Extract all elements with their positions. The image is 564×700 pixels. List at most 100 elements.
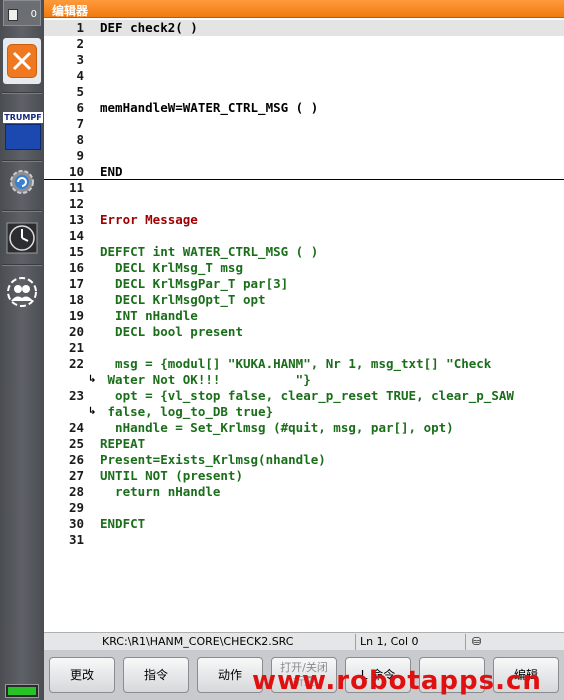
line-text: return nHandle [100,484,221,499]
code-line[interactable]: 4 [44,68,564,84]
line-text: msg = {modul[] "KUKA.HANM", Nr 1, msg_tx… [100,356,492,371]
code-line[interactable]: 15 DEFFCT int WATER_CTRL_MSG ( ) [44,244,564,260]
line-number: 26 [68,452,84,467]
line-text: REPEAT [100,436,146,451]
line-text: nHandle = Set_Krlmsg (#quit, msg, par[],… [100,420,454,435]
code-line[interactable]: 6 memHandleW=WATER_CTRL_MSG ( ) [44,100,564,116]
code-line[interactable]: 20 DECL bool present [44,324,564,340]
trumpf-logo: TRUMPF [3,112,43,123]
code-line[interactable]: 10 END [44,164,564,180]
line-number: 19 [68,308,84,323]
line-number: 6 [76,100,84,115]
code-line[interactable]: 28 return nHandle [44,484,564,500]
code-line[interactable]: 27 UNTIL NOT (present) [44,468,564,484]
line-number: 16 [68,260,84,275]
code-line[interactable]: 24 nHandle = Set_Krlmsg (#quit, msg, par… [44,420,564,436]
code-line[interactable]: 16 DECL KrlMsg_T msg [44,260,564,276]
status-counter[interactable]: 0 [3,0,41,26]
line-text: Water Not OK!!! "} [100,372,311,387]
code-line[interactable]: 7 [44,116,564,132]
line-text: DECL KrlMsgOpt_T opt [100,292,266,307]
line-number: 21 [68,340,84,355]
close-button[interactable] [3,38,41,84]
code-line[interactable]: 13 Error Message [44,212,564,228]
cursor-position: Ln 1, Col 0 [356,634,466,650]
db-icon: ⛁ [472,635,482,648]
line-text: UNTIL NOT (present) [100,468,243,483]
wrap-arrow-icon: ↳ [88,406,97,417]
code-line[interactable]: 1 DEF check2( ) [44,20,564,36]
code-line[interactable]: 30 ENDFCT [44,516,564,532]
change-button[interactable]: 更改 [49,657,115,693]
line-text: memHandleW=WATER_CTRL_MSG ( ) [100,100,319,115]
line-number: 13 [68,212,84,227]
code-editor[interactable]: 1 DEF check2( ) 2 3 4 5 6 memHandleW=WATER_CTRL… [44,18,564,632]
battery-fill [8,687,36,695]
line-number: 22 [68,356,84,371]
gear-refresh-icon[interactable] [6,166,38,198]
code-line[interactable]: 25 REPEAT [44,436,564,452]
line-text: false, log_to_DB true} [100,404,274,419]
user-group-icon[interactable] [6,276,38,308]
command-button[interactable]: 指令 [123,657,189,693]
code-line[interactable]: 18 DECL KrlMsgOpt_T opt [44,292,564,308]
sidebar-divider [2,160,42,162]
clock-icon[interactable] [6,222,38,254]
line-number: 4 [76,68,84,83]
line-number: 11 [68,180,84,195]
code-line[interactable]: 8 [44,132,564,148]
code-line[interactable]: 22 msg = {modul[] "KUKA.HANM", Nr 1, msg… [44,356,564,372]
line-number: 18 [68,292,84,307]
line-number: 24 [68,420,84,435]
line-text: INT nHandle [100,308,198,323]
code-line[interactable]: 26 Present=Exists_Krlmsg(nhandle) [44,452,564,468]
code-line[interactable]: 9 [44,148,564,164]
line-number: 1 [76,20,84,35]
line-number: 2 [76,36,84,51]
status-counter-value: 0 [30,9,37,20]
wrap-arrow-icon: ↳ [88,374,97,385]
code-line[interactable]: 17 DECL KrlMsgPar_T par[3] [44,276,564,292]
line-number: 23 [68,388,84,403]
line-number: 8 [76,132,84,147]
line-text: Error Message [100,212,198,227]
code-line[interactable]: 29 [44,500,564,516]
code-line[interactable]: ↳ Water Not OK!!! "} [44,372,564,388]
code-line[interactable]: 2 [44,36,564,52]
watermark: www.robotapps.cn [252,666,542,696]
code-line[interactable]: 12 [44,196,564,212]
code-line[interactable]: 5 [44,84,564,100]
line-number: 28 [68,484,84,499]
line-number: 14 [68,228,84,243]
code-line[interactable]: 3 [44,52,564,68]
line-text: DECL KrlMsgPar_T par[3] [100,276,289,291]
code-line[interactable]: 31 [44,532,564,548]
line-number: 3 [76,52,84,67]
line-text: opt = {vl_stop false, clear_p_reset TRUE… [100,388,514,403]
line-text: DEF check2( ) [100,20,198,35]
line-text: DECL bool present [100,324,243,339]
battery-indicator [5,684,39,698]
left-sidebar: 0 TRUMPF [0,0,44,700]
line-text: DECL KrlMsg_T msg [100,260,243,275]
line-number: 9 [76,148,84,163]
line-number: 25 [68,436,84,451]
line-number: 31 [68,532,84,547]
line-number: 5 [76,84,84,99]
line-text: DEFFCT int WATER_CTRL_MSG ( ) [100,244,319,259]
code-line[interactable]: ↳ false, log_to_DB true} [44,404,564,420]
code-line[interactable]: 14 [44,228,564,244]
line-number: 17 [68,276,84,291]
line-text: END [100,164,123,179]
line-number: 12 [68,196,84,211]
code-line[interactable]: 11 [44,180,564,196]
trumpf-app-button[interactable]: TRUMPF [3,112,43,152]
status-square-icon [8,9,18,21]
editor-title-bar: 编辑器 [44,0,564,18]
line-number: 29 [68,500,84,515]
code-line[interactable]: 21 [44,340,564,356]
code-line[interactable]: 23 opt = {vl_stop false, clear_p_reset T… [44,388,564,404]
line-number: 27 [68,468,84,483]
editor-title: 编辑器 [52,4,89,18]
code-line[interactable]: 19 INT nHandle [44,308,564,324]
